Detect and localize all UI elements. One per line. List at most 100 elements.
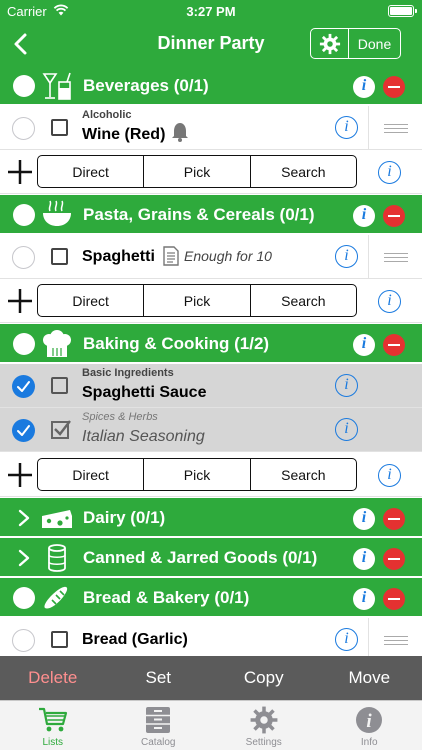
info-icon: i (361, 77, 367, 94)
category-header-baking[interactable]: Baking & Cooking (1/2) i (0, 324, 422, 364)
bell-icon (172, 123, 188, 142)
chef-hat-icon (43, 330, 71, 357)
note-icon (163, 246, 179, 266)
info-icon: i (344, 118, 349, 135)
tab-catalog[interactable]: Catalog (106, 701, 212, 750)
category-header-pasta[interactable]: Pasta, Grains & Cereals (0/1) i (0, 195, 422, 235)
list-item[interactable]: Bread (Garlic) i (0, 618, 422, 656)
chevron-right-icon[interactable] (17, 508, 31, 528)
add-row-info-button[interactable]: i (378, 464, 401, 487)
search-button[interactable]: Search (249, 156, 356, 187)
item-checkbox[interactable] (51, 119, 68, 136)
list-item[interactable]: Basic Ingredients Spaghetti Sauce i (0, 364, 422, 408)
category-delete-button[interactable] (383, 76, 405, 98)
add-row-info-button[interactable]: i (378, 161, 401, 184)
pick-button[interactable]: Pick (143, 156, 249, 187)
bowl-icon (43, 200, 71, 226)
done-button[interactable]: Done (349, 29, 400, 58)
pick-button[interactable]: Pick (143, 459, 249, 490)
status-bar: Carrier 3:27 PM (0, 0, 422, 22)
move-button[interactable]: Move (317, 656, 422, 700)
pick-button[interactable]: Pick (143, 285, 249, 316)
info-icon: i (387, 466, 392, 483)
item-select-radio[interactable] (12, 629, 35, 652)
category-header-canned[interactable]: Canned & Jarred Goods (0/1) i (0, 538, 422, 578)
info-icon: i (387, 292, 392, 309)
category-select-radio[interactable] (13, 587, 35, 609)
set-button[interactable]: Set (106, 656, 212, 700)
add-method-segmented-control: Direct Pick Search (37, 458, 357, 491)
category-header-beverages[interactable]: Beverages (0/1) i (0, 66, 422, 106)
item-checkbox[interactable] (51, 377, 68, 394)
checked-checkbox-icon[interactable] (51, 420, 71, 439)
reorder-handle[interactable] (368, 618, 422, 656)
category-select-radio[interactable] (13, 75, 35, 97)
category-delete-button[interactable] (383, 548, 405, 570)
list-item[interactable]: Spaghetti Enough for 10 i (0, 235, 422, 279)
category-select-radio[interactable] (13, 333, 35, 355)
back-chevron-icon[interactable] (10, 30, 34, 58)
item-name: Bread (Garlic) (82, 631, 188, 648)
shopping-list[interactable]: Beverages (0/1) i Alcoholic Wine (Red) i… (0, 66, 422, 656)
category-info-button[interactable]: i (353, 548, 375, 570)
delete-button[interactable]: Delete (0, 656, 106, 700)
item-name: Spaghetti (82, 248, 155, 265)
item-info-button[interactable]: i (335, 418, 358, 441)
plus-icon[interactable] (7, 288, 33, 314)
info-icon: i (344, 376, 349, 393)
item-selected-checkmark-icon[interactable] (12, 375, 35, 398)
tab-label: Settings (245, 737, 282, 748)
category-info-button[interactable]: i (353, 334, 375, 356)
item-select-radio[interactable] (12, 117, 35, 140)
info-icon: i (361, 206, 367, 223)
direct-button[interactable]: Direct (38, 459, 143, 490)
category-delete-button[interactable] (383, 588, 405, 610)
tab-lists[interactable]: Lists (0, 701, 106, 750)
category-info-button[interactable]: i (353, 76, 375, 98)
chevron-right-icon[interactable] (17, 548, 31, 568)
nav-button-group: Done (310, 28, 401, 59)
tab-settings[interactable]: Settings (211, 701, 317, 750)
add-row-info-button[interactable]: i (378, 290, 401, 313)
plus-icon[interactable] (7, 159, 33, 185)
item-subcategory: Basic Ingredients (82, 367, 174, 379)
category-delete-button[interactable] (383, 508, 405, 530)
svg-text:i: i (367, 711, 373, 732)
reorder-handle[interactable] (368, 235, 422, 278)
plus-icon[interactable] (7, 462, 33, 488)
search-button[interactable]: Search (249, 285, 356, 316)
item-checkbox[interactable] (51, 631, 68, 648)
tab-label: Info (360, 737, 378, 748)
category-header-bread[interactable]: Bread & Bakery (0/1) i (0, 578, 422, 618)
item-checkbox[interactable] (51, 248, 68, 265)
tab-info[interactable]: i Info (317, 701, 422, 750)
edit-action-bar: Delete Set Copy Move (0, 656, 422, 700)
copy-button[interactable]: Copy (211, 656, 317, 700)
item-info-button[interactable]: i (335, 628, 358, 651)
category-info-button[interactable]: i (353, 205, 375, 227)
drinks-icon (42, 72, 71, 100)
item-name: Italian Seasoning (82, 428, 205, 445)
info-icon: i (387, 163, 392, 180)
direct-button[interactable]: Direct (38, 156, 143, 187)
info-icon: i (356, 707, 383, 733)
list-item[interactable]: Spices & Herbs Italian Seasoning i (0, 408, 422, 452)
category-info-button[interactable]: i (353, 588, 375, 610)
category-delete-button[interactable] (383, 205, 405, 227)
direct-button[interactable]: Direct (38, 285, 143, 316)
reorder-handle[interactable] (368, 106, 422, 149)
list-settings-button[interactable] (311, 29, 349, 58)
item-select-radio[interactable] (12, 246, 35, 269)
category-header-dairy[interactable]: Dairy (0/1) i (0, 498, 422, 538)
list-item[interactable]: Alcoholic Wine (Red) i (0, 106, 422, 150)
item-info-button[interactable]: i (335, 374, 358, 397)
item-name: Wine (Red) (82, 126, 166, 143)
item-info-button[interactable]: i (335, 116, 358, 139)
item-selected-checkmark-icon[interactable] (12, 419, 35, 442)
search-button[interactable]: Search (249, 459, 356, 490)
category-info-button[interactable]: i (353, 508, 375, 530)
item-info-button[interactable]: i (335, 245, 358, 268)
category-select-radio[interactable] (13, 204, 35, 226)
cart-icon (38, 707, 67, 732)
category-delete-button[interactable] (383, 334, 405, 356)
